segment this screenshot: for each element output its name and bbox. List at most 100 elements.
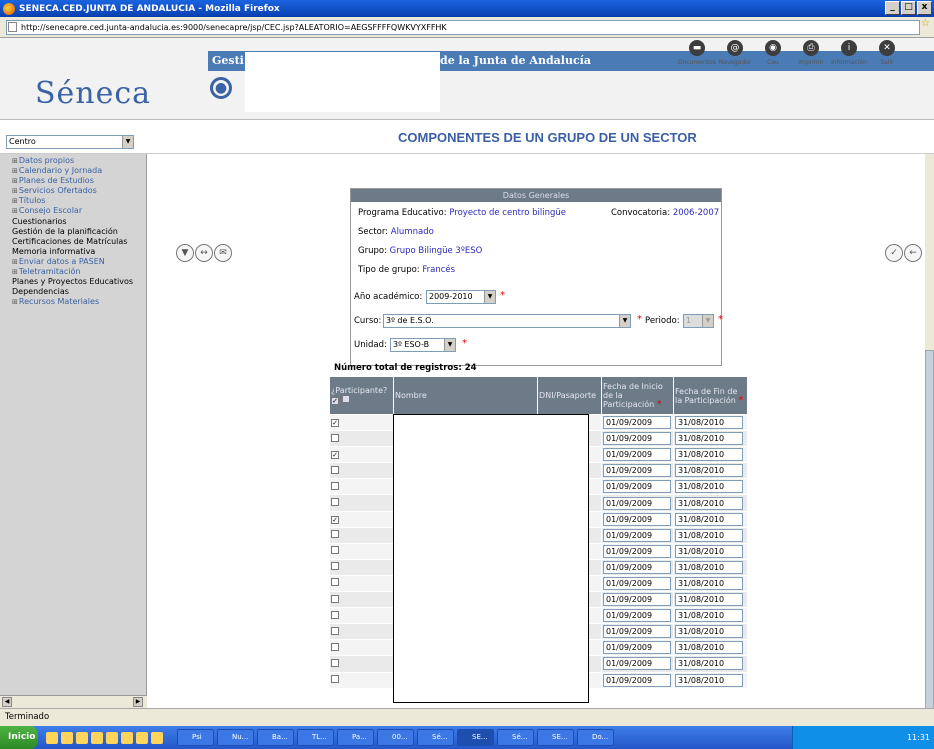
scroll-right-arrow-icon[interactable]: ▶ (133, 697, 143, 707)
sidebar-item[interactable]: Datos propios (6, 156, 146, 166)
main-scrollbar[interactable] (925, 154, 934, 726)
start-date-input[interactable]: 01/09/2009 (603, 416, 671, 430)
start-date-input[interactable]: 01/09/2009 (603, 609, 671, 623)
select-all-checkbox[interactable]: ✓ (331, 397, 339, 405)
centro-select[interactable]: Centro ▼ (6, 135, 134, 149)
user-icon[interactable]: ● (210, 77, 232, 99)
change-icon[interactable]: ↔ (195, 244, 213, 262)
end-date-input[interactable]: 31/08/2010 (674, 512, 743, 526)
participant-checkbox[interactable] (331, 498, 339, 507)
filter-icon[interactable]: ▼ (176, 244, 194, 262)
sidebar-item[interactable]: Títulos (6, 196, 146, 206)
url-input[interactable]: http://senecapre.ced.junta-andalucia.es:… (6, 20, 920, 35)
end-date-input[interactable]: 31/08/2010 (674, 641, 743, 655)
deselect-all-checkbox[interactable] (341, 395, 350, 403)
task-button[interactable]: Psi (177, 729, 214, 746)
sidebar-item[interactable]: Gestión de la planificación (6, 227, 146, 237)
task-button[interactable]: 00... (377, 729, 414, 746)
end-date-input[interactable]: 31/08/2010 (674, 560, 743, 574)
end-date-input[interactable]: 31/08/2010 (674, 528, 743, 542)
scroll-left-arrow-icon[interactable]: ◀ (2, 697, 12, 707)
task-button[interactable]: Nu... (217, 729, 254, 746)
start-date-input[interactable]: 01/09/2009 (603, 673, 671, 687)
tool-exit[interactable]: ✕ Salir (862, 40, 912, 66)
participant-checkbox[interactable]: ✓ (331, 419, 339, 428)
sidebar-item[interactable]: Planes de Estudios (6, 176, 146, 186)
sidebar-item[interactable]: Dependencias (6, 287, 146, 297)
end-date-input[interactable]: 31/08/2010 (674, 416, 743, 430)
start-date-input[interactable]: 01/09/2009 (603, 625, 671, 639)
start-date-input[interactable]: 01/09/2009 (603, 528, 671, 542)
participant-checkbox[interactable] (331, 658, 339, 667)
participant-checkbox[interactable] (331, 610, 339, 619)
start-date-input[interactable]: 01/09/2009 (603, 641, 671, 655)
participant-checkbox[interactable] (331, 675, 339, 684)
participant-checkbox[interactable] (331, 530, 339, 539)
end-date-input[interactable]: 31/08/2010 (674, 576, 743, 590)
start-date-input[interactable]: 01/09/2009 (603, 593, 671, 607)
sidebar-scrollbar[interactable]: ◀ ▶ (0, 695, 147, 708)
ql-icon[interactable] (136, 731, 148, 744)
back-icon[interactable]: ← (904, 244, 922, 262)
sidebar-item[interactable]: Enviar datos a PASEN (6, 257, 146, 267)
mail-icon[interactable]: ✉ (214, 244, 232, 262)
sidebar-item[interactable]: Teletramitación (6, 267, 146, 277)
sidebar-item[interactable]: Cuestionarios (6, 217, 146, 227)
start-date-input[interactable]: 01/09/2009 (603, 560, 671, 574)
participant-checkbox[interactable] (331, 578, 339, 587)
task-button[interactable]: Sé... (417, 729, 454, 746)
participant-checkbox[interactable] (331, 594, 339, 603)
maximize-button[interactable]: □ (901, 1, 916, 15)
task-button[interactable]: Do... (577, 729, 614, 746)
start-date-input[interactable]: 01/09/2009 (603, 544, 671, 558)
end-date-input[interactable]: 31/08/2010 (674, 625, 743, 639)
participant-checkbox[interactable] (331, 433, 339, 442)
ql-icon[interactable] (61, 731, 73, 744)
bookmark-star-icon[interactable]: ☆ (921, 18, 930, 29)
start-date-input[interactable]: 01/09/2009 (603, 464, 671, 478)
ql-icon[interactable] (76, 731, 88, 744)
end-date-input[interactable]: 31/08/2010 (674, 464, 743, 478)
participant-checkbox[interactable]: ✓ (331, 451, 339, 460)
start-date-input[interactable]: 01/09/2009 (603, 512, 671, 526)
start-date-input[interactable]: 01/09/2009 (603, 448, 671, 462)
end-date-input[interactable]: 31/08/2010 (674, 544, 743, 558)
participant-checkbox[interactable] (331, 626, 339, 635)
participant-checkbox[interactable] (331, 481, 339, 490)
task-button[interactable]: SE... (537, 729, 574, 746)
end-date-input[interactable]: 31/08/2010 (674, 609, 743, 623)
sidebar-item[interactable]: Recursos Materiales (6, 297, 146, 307)
task-button[interactable]: Sé... (497, 729, 534, 746)
start-date-input[interactable]: 01/09/2009 (603, 432, 671, 446)
end-date-input[interactable]: 31/08/2010 (674, 448, 743, 462)
ql-icon[interactable] (46, 731, 58, 744)
accept-icon[interactable]: ✓ (885, 244, 903, 262)
end-date-input[interactable]: 31/08/2010 (674, 593, 743, 607)
sidebar-item[interactable]: Memoria informativa (6, 247, 146, 257)
ql-icon[interactable] (151, 731, 163, 744)
sidebar-item[interactable]: Planes y Proyectos Educativos (6, 277, 146, 287)
end-date-input[interactable]: 31/08/2010 (674, 496, 743, 510)
scrollbar-thumb[interactable] (925, 350, 934, 726)
start-button[interactable]: Inicio (0, 726, 38, 749)
sidebar-item[interactable]: Calendario y Jornada (6, 166, 146, 176)
start-date-input[interactable]: 01/09/2009 (603, 657, 671, 671)
participant-checkbox[interactable] (331, 642, 339, 651)
anio-select[interactable]: 2009-2010 ▼ (426, 290, 496, 304)
end-date-input[interactable]: 31/08/2010 (674, 480, 743, 494)
ql-icon[interactable] (91, 731, 103, 744)
participant-checkbox[interactable] (331, 465, 339, 474)
sidebar-item[interactable]: Certificaciones de Matrículas (6, 237, 146, 247)
start-date-input[interactable]: 01/09/2009 (603, 496, 671, 510)
participant-checkbox[interactable]: ✓ (331, 515, 339, 524)
ql-icon[interactable] (106, 731, 118, 744)
start-date-input[interactable]: 01/09/2009 (603, 576, 671, 590)
task-button[interactable]: TL... (297, 729, 334, 746)
end-date-input[interactable]: 31/08/2010 (674, 432, 743, 446)
sidebar-item[interactable]: Consejo Escolar (6, 206, 146, 216)
unidad-select[interactable]: 3º ESO-B ▼ (390, 338, 456, 352)
start-date-input[interactable]: 01/09/2009 (603, 480, 671, 494)
ql-icon[interactable] (121, 731, 133, 744)
sidebar-item[interactable]: Servicios Ofertados (6, 186, 146, 196)
task-button[interactable]: SE... (457, 729, 494, 746)
